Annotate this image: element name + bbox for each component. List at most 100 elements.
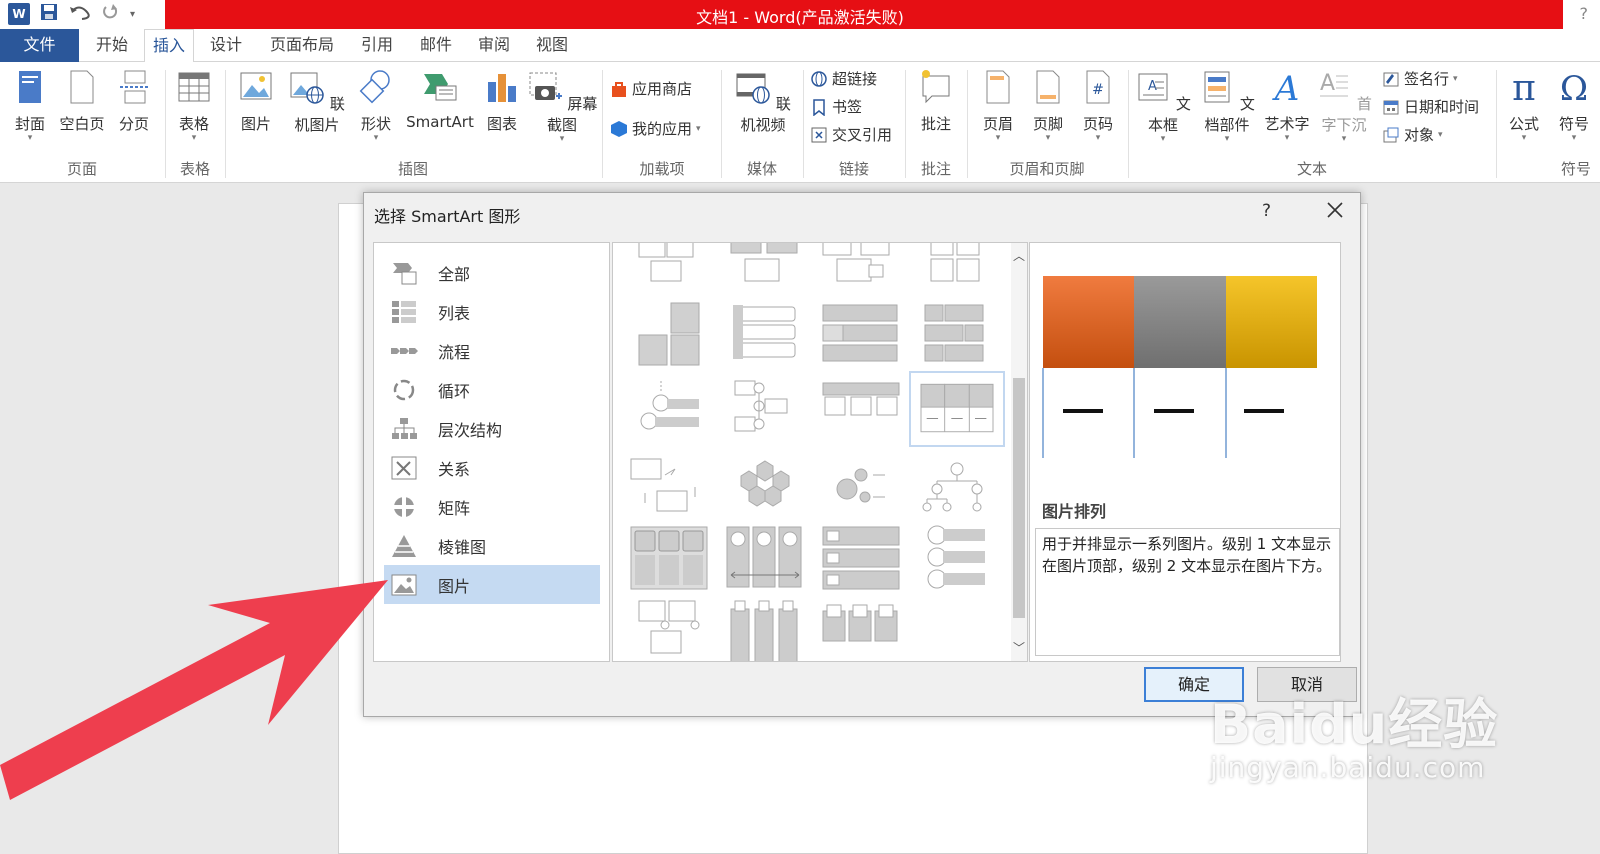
category-process[interactable]: 流程 — [384, 331, 600, 370]
scrollbar-thumb[interactable] — [1013, 378, 1025, 618]
table-button[interactable]: 表格 ▾ — [172, 68, 216, 143]
layout-thumbnail[interactable] — [817, 377, 905, 447]
layout-thumbnail[interactable] — [721, 453, 809, 523]
equation-button[interactable]: π 公式 ▾ — [1502, 68, 1546, 143]
drop-cap-icon: A — [1320, 71, 1349, 97]
store-button[interactable]: 应用商店 — [610, 78, 692, 99]
dialog-help-button[interactable]: ? — [1262, 201, 1271, 221]
layout-thumbnail[interactable] — [721, 523, 809, 593]
scroll-up-icon[interactable]: ︿ — [1013, 247, 1025, 264]
date-time-button[interactable]: 日期和时间 — [1382, 96, 1479, 117]
window-title: 文档1 - Word(产品激活失败) — [696, 8, 904, 27]
cover-page-button[interactable]: 封面 ▾ — [8, 68, 52, 143]
screenshot-button[interactable]: 屏幕截图 ▾ — [526, 68, 598, 144]
hyperlink-icon — [811, 70, 827, 87]
wordart-button[interactable]: A 艺术字 ▾ — [1262, 68, 1312, 143]
list-icon — [392, 300, 416, 323]
picture-button[interactable]: 图片 — [234, 68, 278, 134]
category-matrix[interactable]: 矩阵 — [384, 487, 600, 526]
category-cycle[interactable]: 循环 — [384, 370, 600, 409]
online-video-button[interactable]: 联机视频 — [728, 68, 798, 135]
category-hierarchy[interactable]: 层次结构 — [384, 409, 600, 448]
category-picture[interactable]: 图片 — [384, 565, 600, 604]
layout-thumbnail[interactable] — [721, 299, 809, 369]
hyperlink-button[interactable]: 超链接 — [810, 68, 877, 89]
tab-references[interactable]: 引用 — [353, 29, 401, 62]
cross-reference-button[interactable]: 交叉引用 — [810, 124, 892, 145]
smartart-button[interactable]: SmartArt — [402, 68, 478, 131]
cross-reference-icon — [811, 127, 827, 142]
scroll-down-icon[interactable]: ﹀ — [1013, 639, 1025, 656]
tab-design[interactable]: 设计 — [202, 29, 250, 62]
page-number-button[interactable]: # 页码 ▾ — [1076, 68, 1120, 143]
symbol-button[interactable]: Ω 符号 ▾ — [1552, 68, 1596, 143]
category-list-type[interactable]: 列表 — [384, 292, 600, 331]
my-apps-button[interactable]: 我的应用 ▾ — [610, 118, 701, 139]
layout-thumbnail[interactable] — [817, 523, 905, 593]
help-button[interactable]: ? — [1580, 4, 1589, 23]
header-button[interactable]: 页眉 ▾ — [976, 68, 1020, 143]
group-label-symbols: 符号 — [1560, 160, 1591, 178]
layout-thumbnail[interactable] — [817, 597, 905, 662]
layout-thumbnail[interactable] — [913, 523, 1001, 593]
group-label-pages: 页面 — [66, 160, 97, 178]
chart-button[interactable]: 图表 — [480, 68, 524, 134]
category-list: 全部 列表 流程 循环 层次结构 关系 矩阵 棱锥图 图片 — [373, 242, 610, 662]
shapes-button[interactable]: 形状 ▾ — [354, 68, 398, 143]
gallery-scrollbar[interactable]: ︿ ﹀ — [1011, 243, 1027, 661]
layout-thumbnail[interactable] — [625, 453, 713, 523]
layout-thumbnail[interactable] — [625, 523, 713, 593]
layout-thumbnail[interactable] — [625, 597, 713, 662]
layout-thumbnail[interactable] — [817, 242, 905, 305]
process-icon — [391, 347, 418, 354]
screenshot-icon — [529, 72, 562, 100]
tab-page-layout[interactable]: 页面布局 — [262, 29, 342, 62]
category-relationship[interactable]: 关系 — [384, 448, 600, 487]
category-pyramid[interactable]: 棱锥图 — [384, 526, 600, 565]
page-break-button[interactable]: 分页 — [112, 68, 156, 134]
pyramid-icon — [392, 534, 416, 557]
layout-thumbnail[interactable] — [817, 453, 905, 523]
wordart-icon: A — [1272, 69, 1300, 109]
layout-thumbnail[interactable] — [913, 242, 1001, 305]
tab-file[interactable]: 文件 — [0, 29, 79, 62]
my-apps-icon — [611, 120, 627, 137]
comment-button[interactable]: 批注 — [914, 68, 958, 134]
blank-page-button[interactable]: 空白页 — [56, 68, 108, 134]
layout-thumbnail[interactable] — [721, 377, 809, 447]
layout-thumbnail[interactable] — [625, 242, 713, 305]
bookmark-button[interactable]: 书签 — [810, 96, 862, 117]
signature-line-button[interactable]: 签名行 ▾ — [1382, 68, 1458, 89]
layout-thumbnail[interactable] — [913, 453, 1001, 523]
layout-thumbnail[interactable] — [625, 299, 713, 369]
layout-thumbnail[interactable] — [721, 597, 809, 662]
page-number-icon: # — [1086, 70, 1110, 104]
group-separator — [1496, 70, 1497, 178]
footer-button[interactable]: 页脚 ▾ — [1026, 68, 1070, 143]
dialog-close-button[interactable] — [1322, 197, 1348, 229]
chart-icon — [488, 74, 516, 102]
dialog-title: 选择 SmartArt 图形 — [374, 207, 521, 226]
layout-thumbnail-picture-array-selected[interactable] — [909, 371, 1005, 447]
layout-thumbnail[interactable] — [625, 377, 713, 447]
category-all[interactable]: 全部 — [384, 253, 600, 292]
layout-thumbnail[interactable] — [721, 242, 809, 305]
preview-box-3 — [1226, 276, 1317, 368]
quick-parts-button[interactable]: 文档部件 ▾ — [1192, 68, 1262, 144]
tab-review[interactable]: 审阅 — [470, 29, 518, 62]
layout-thumbnail[interactable] — [913, 299, 1001, 369]
drop-cap-button[interactable]: A 首字下沉 ▾ — [1312, 68, 1376, 144]
layout-thumbnail[interactable] — [817, 299, 905, 369]
group-separator — [602, 70, 603, 178]
tab-insert[interactable]: 插入 — [144, 29, 195, 63]
tab-view[interactable]: 视图 — [528, 29, 576, 62]
tab-mailings[interactable]: 邮件 — [412, 29, 460, 62]
preview-text-bar — [1244, 409, 1284, 413]
group-label-header-footer: 页眉和页脚 — [1009, 160, 1085, 178]
textbox-button[interactable]: A 文本框 ▾ — [1134, 68, 1192, 144]
online-picture-button[interactable]: 联机图片 — [282, 68, 352, 135]
object-button[interactable]: 对象 ▾ — [1382, 124, 1443, 145]
ribbon-insert: 封面 ▾ 空白页 分页 页面 表格 ▾ 表格 图片 联机图片 形状 ▾ SmartAr… — [0, 62, 1600, 183]
signature-line-icon — [1383, 72, 1399, 86]
tab-home[interactable]: 开始 — [88, 29, 136, 62]
